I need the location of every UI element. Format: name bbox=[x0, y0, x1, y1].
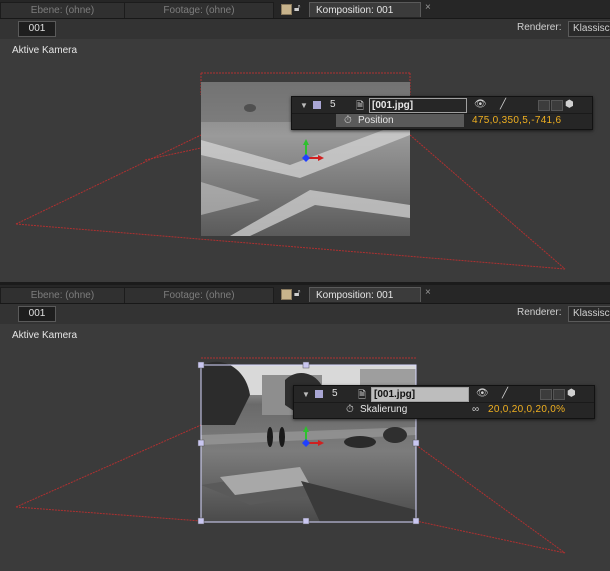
property-name: Skalierung bbox=[360, 404, 408, 415]
eye-icon[interactable]: 👁︎ bbox=[476, 388, 489, 399]
eye-icon[interactable]: 👁︎ bbox=[474, 99, 487, 110]
layer-row: ▼ 5 🗎 [001.jpg] 👁︎ ╱ ⬢ bbox=[294, 387, 594, 402]
label-color-swatch[interactable] bbox=[315, 390, 323, 398]
property-name: Position bbox=[358, 115, 394, 126]
layer-row: ▼ 5 🗎 [001.jpg] 👁︎ ╱ ⬢ bbox=[292, 98, 592, 113]
property-row: ⏱︎ Skalierung ∞ 20,0,20,0,20,0% bbox=[294, 402, 594, 418]
cube-icon[interactable]: ⬢ bbox=[565, 99, 574, 110]
property-value[interactable]: 20,0,20,0,20,0% bbox=[488, 404, 565, 415]
switch-box-icon[interactable] bbox=[540, 389, 552, 400]
composition-panel-bottom: Ebene: (ohne) Footage: (ohne) 🔓︎ Komposi… bbox=[0, 285, 610, 571]
twirl-down-icon[interactable]: ▼ bbox=[300, 101, 308, 110]
label-color-swatch[interactable] bbox=[313, 101, 321, 109]
layer-overlay-panel: ▼ 5 🗎 [001.jpg] 👁︎ ╱ ⬢ ⏱︎ Position 475,0… bbox=[291, 96, 593, 130]
layer-name[interactable]: [001.jpg] bbox=[371, 387, 469, 402]
composition-panel-top: Ebene: (ohne) Footage: (ohne) 🔓︎ Komposi… bbox=[0, 0, 610, 282]
stopwatch-icon[interactable]: ⏱︎ bbox=[344, 115, 352, 126]
layer-number: 5 bbox=[332, 388, 338, 399]
property-row: ⏱︎ Position 475,0,350,5,-741,6 bbox=[292, 113, 592, 129]
pen-icon[interactable]: ╱ bbox=[500, 99, 506, 110]
layer-number: 5 bbox=[330, 99, 336, 110]
switch-box-icon[interactable] bbox=[538, 100, 550, 111]
pen-icon[interactable]: ╱ bbox=[502, 388, 508, 399]
twirl-down-icon[interactable]: ▼ bbox=[302, 390, 310, 399]
layer-name[interactable]: [001.jpg] bbox=[369, 98, 467, 113]
comp-viewport[interactable]: ▼ 5 🗎 [001.jpg] 👁︎ ╱ ⬢ ⏱︎ Skalierung ∞ 2… bbox=[0, 285, 610, 571]
viewport-canvas bbox=[15, 357, 566, 554]
property-highlight bbox=[336, 114, 464, 127]
link-icon[interactable]: ∞ bbox=[472, 404, 479, 415]
switch-box-icon[interactable] bbox=[553, 389, 565, 400]
switch-box-icon[interactable] bbox=[551, 100, 563, 111]
property-value[interactable]: 475,0,350,5,-741,6 bbox=[472, 115, 561, 126]
stopwatch-icon[interactable]: ⏱︎ bbox=[346, 404, 354, 415]
viewport-canvas bbox=[15, 72, 566, 270]
comp-viewport[interactable]: ▼ 5 🗎 [001.jpg] 👁︎ ╱ ⬢ ⏱︎ Position 475,0… bbox=[0, 0, 610, 282]
cube-icon[interactable]: ⬢ bbox=[567, 388, 576, 399]
layer-overlay-panel: ▼ 5 🗎 [001.jpg] 👁︎ ╱ ⬢ ⏱︎ Skalierung ∞ 2… bbox=[293, 385, 595, 419]
